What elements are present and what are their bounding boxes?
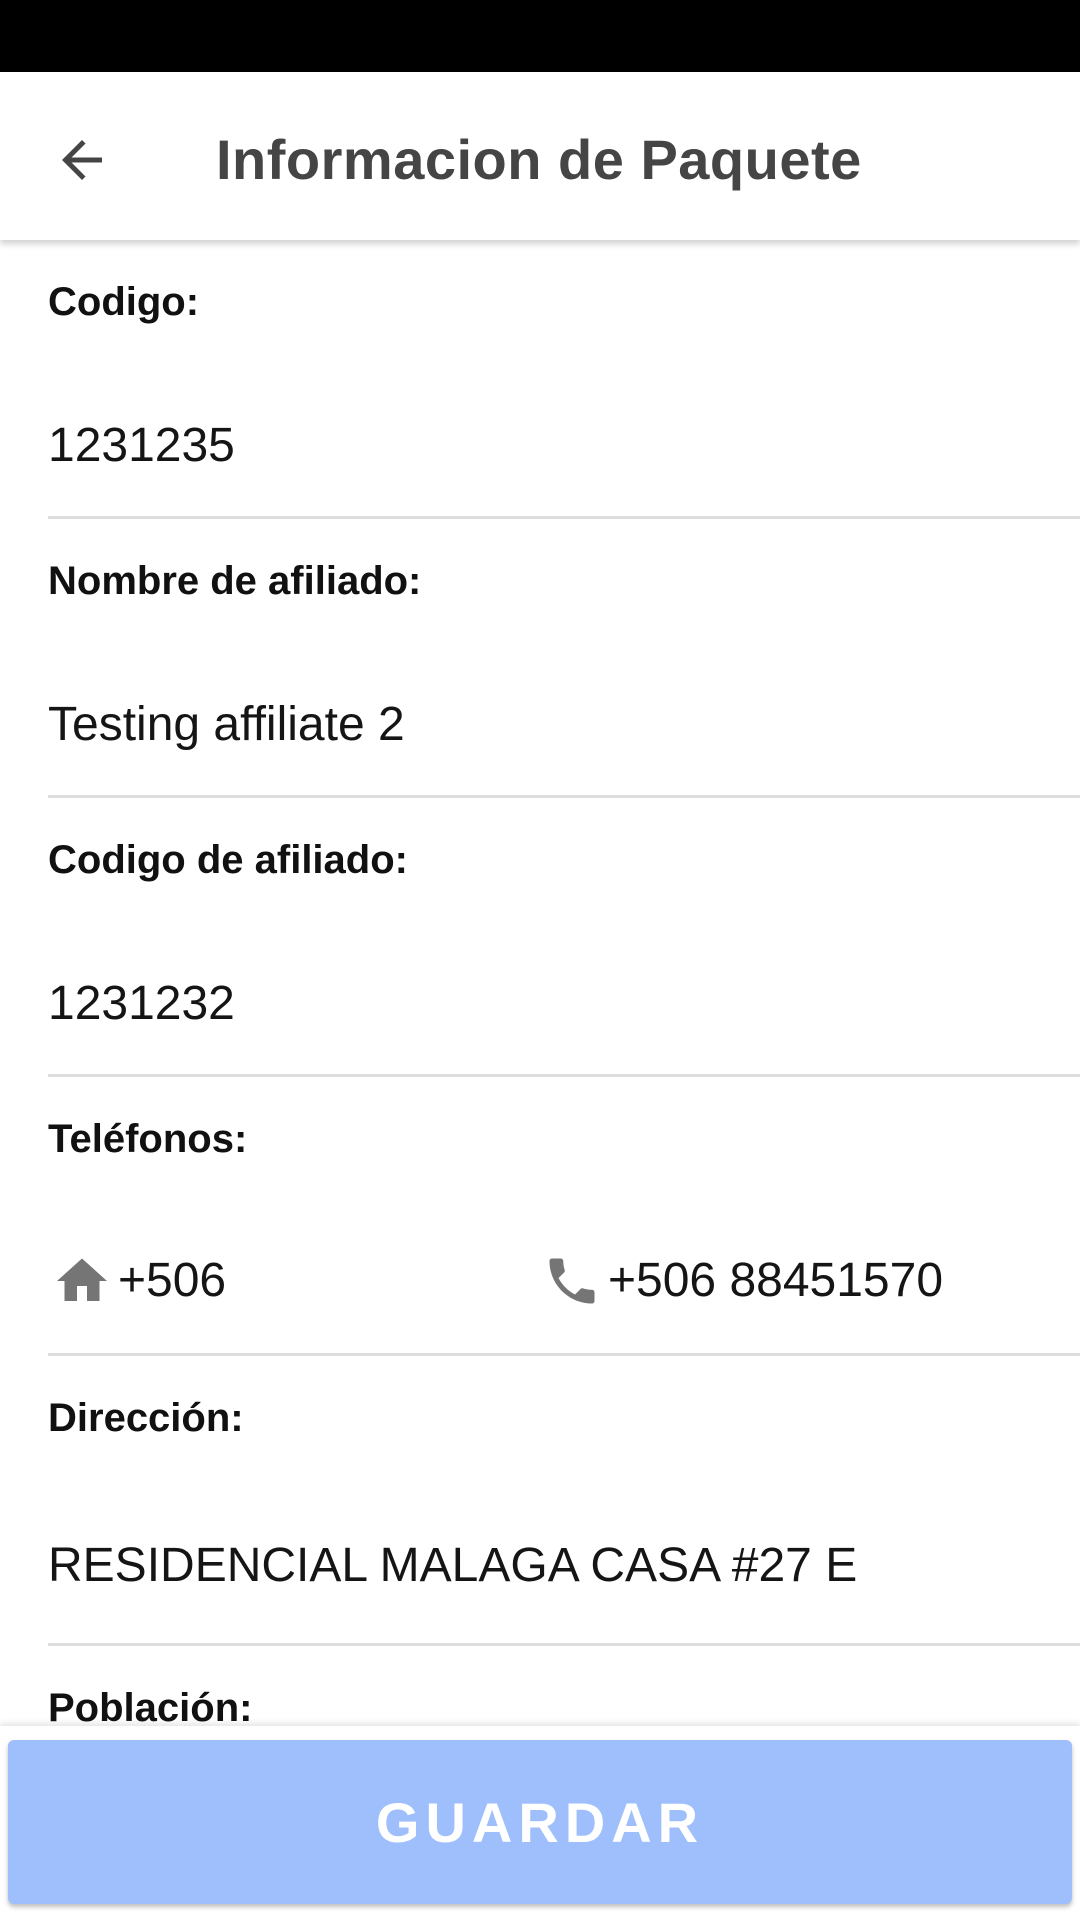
app-bar: Informacion de Paquete xyxy=(0,72,1080,240)
back-button[interactable] xyxy=(34,112,130,208)
bottom-action-bar: GUARDAR xyxy=(0,1726,1080,1920)
field-codigo: Codigo: 1231235 xyxy=(48,240,1080,519)
direccion-label: Dirección: xyxy=(48,1396,244,1440)
direccion-value: RESIDENCIAL MALAGA CASA #27 E xyxy=(48,1539,858,1592)
codigo-value: 1231235 xyxy=(48,419,235,472)
home-icon xyxy=(57,1258,107,1301)
package-info-form[interactable]: Codigo: 1231235 Nombre de afiliado: Test… xyxy=(0,240,1080,1728)
codigo-afiliado-label: Codigo de afiliado: xyxy=(48,838,408,882)
field-telefonos: Teléfonos: +506 +506 88451570 xyxy=(48,1077,1080,1356)
field-codigo-afiliado: Codigo de afiliado: 1231232 xyxy=(48,798,1080,1077)
arrow-back-icon xyxy=(62,140,102,180)
nombre-afiliado-value: Testing affiliate 2 xyxy=(48,698,405,751)
mobile-phone[interactable]: +506 88451570 xyxy=(542,1245,943,1317)
page-title: Informacion de Paquete xyxy=(216,128,862,191)
field-nombre-afiliado: Nombre de afiliado: Testing affiliate 2 xyxy=(48,519,1080,798)
phone-icon xyxy=(549,1258,595,1304)
field-poblacion: Población: xyxy=(48,1646,1080,1728)
codigo-label: Codigo: xyxy=(48,280,200,324)
mobile-phone-text: +506 88451570 xyxy=(608,1254,944,1307)
home-phone-text: +506 xyxy=(118,1254,227,1307)
field-direccion: Dirección: RESIDENCIAL MALAGA CASA #27 E xyxy=(48,1356,1080,1646)
poblacion-label: Población: xyxy=(48,1686,253,1728)
telefonos-label: Teléfonos: xyxy=(48,1117,248,1161)
status-bar xyxy=(0,0,1080,72)
codigo-afiliado-value: 1231232 xyxy=(48,977,235,1030)
home-phone[interactable]: +506 xyxy=(52,1245,226,1317)
save-button[interactable]: GUARDAR xyxy=(8,1740,1072,1904)
nombre-afiliado-label: Nombre de afiliado: xyxy=(48,559,422,603)
